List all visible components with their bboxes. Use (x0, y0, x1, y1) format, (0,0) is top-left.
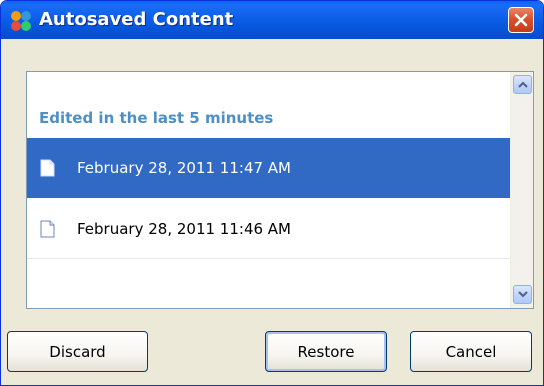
vertical-scrollbar[interactable] (510, 72, 533, 308)
document-icon (40, 159, 55, 177)
scroll-up-button[interactable] (513, 75, 532, 94)
title-bar[interactable]: Autosaved Content (1, 1, 543, 39)
document-icon (40, 220, 55, 238)
close-button[interactable] (508, 7, 534, 33)
scroll-down-button[interactable] (513, 285, 532, 304)
restore-button[interactable]: Restore (265, 331, 387, 372)
group-header: Edited in the last 5 minutes (39, 109, 274, 127)
list-item-label: February 28, 2011 11:46 AM (77, 220, 291, 238)
scroll-track[interactable] (511, 96, 533, 283)
list-item[interactable]: February 28, 2011 11:46 AM (27, 199, 510, 259)
chevron-up-icon (517, 81, 528, 88)
dialog-title: Autosaved Content (39, 9, 234, 30)
cancel-button[interactable]: Cancel (410, 331, 532, 372)
app-colorful-icon (11, 11, 31, 31)
autosave-list[interactable]: Edited in the last 5 minutes February 28… (26, 71, 534, 309)
list-item[interactable]: February 28, 2011 11:47 AM (27, 138, 510, 198)
autosaved-content-dialog: Autosaved Content Edited in the last 5 m… (0, 0, 544, 386)
chevron-down-icon (517, 291, 528, 298)
close-icon (514, 13, 528, 27)
list-item-label: February 28, 2011 11:47 AM (77, 159, 291, 177)
discard-button[interactable]: Discard (7, 331, 148, 372)
